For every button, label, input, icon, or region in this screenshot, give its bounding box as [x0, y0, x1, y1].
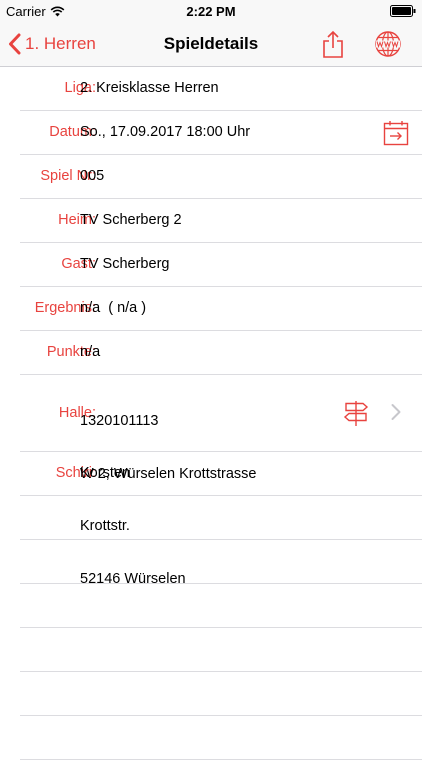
empty-row — [20, 540, 422, 584]
empty-row — [20, 496, 422, 540]
www-globe-icon[interactable] — [373, 29, 403, 59]
gast-value: TV Scherberg — [80, 256, 170, 272]
battery-icon — [390, 5, 416, 17]
row-liga: Liga: 2. Kreisklasse Herren — [20, 67, 422, 111]
halle-line: 1320101113 — [80, 413, 159, 429]
row-datum: Datum: So., 17.09.2017 18:00 Uhr — [20, 111, 422, 155]
row-ergebnis: Ergebnis: n/a ( n/a ) — [20, 287, 422, 331]
chevron-right-icon — [391, 404, 401, 420]
heim-value: TV Scherberg 2 — [80, 212, 182, 228]
calendar-export-icon[interactable] — [382, 119, 410, 147]
status-bar: Carrier 2:22 PM — [0, 0, 422, 22]
details-list: Liga: 2. Kreisklasse Herren Datum: So., … — [0, 67, 422, 760]
spiel-nr-value: 005 — [80, 168, 105, 184]
row-punkte: Punkte: n/a — [20, 331, 422, 375]
empty-row — [20, 628, 422, 672]
navigation-bar: 1. Herren Spieldetails — [0, 22, 422, 67]
row-schiri: Schiri: Korsten — [20, 452, 422, 496]
empty-row — [20, 584, 422, 628]
ergebnis-value: n/a ( n/a ) — [80, 300, 147, 316]
punkte-value: n/a — [80, 344, 101, 360]
liga-value: 2. Kreisklasse Herren — [80, 80, 219, 96]
row-heim: Heim: TV Scherberg 2 — [20, 199, 422, 243]
signpost-icon[interactable] — [342, 399, 370, 427]
row-halle[interactable]: Halle: 1320101113 W 2, Würselen Krottstr… — [20, 375, 422, 587]
row-gast: Gast: TV Scherberg — [20, 243, 422, 287]
status-time: 2:22 PM — [186, 4, 236, 19]
empty-row — [20, 672, 422, 716]
empty-row — [20, 716, 422, 760]
share-icon[interactable] — [318, 29, 348, 59]
datum-value: So., 17.09.2017 18:00 Uhr — [80, 124, 251, 140]
row-spiel-nr: Spiel Nr: 005 — [20, 155, 422, 199]
schiri-value: Korsten — [80, 465, 130, 481]
page-title: Spieldetails — [163, 34, 259, 53]
